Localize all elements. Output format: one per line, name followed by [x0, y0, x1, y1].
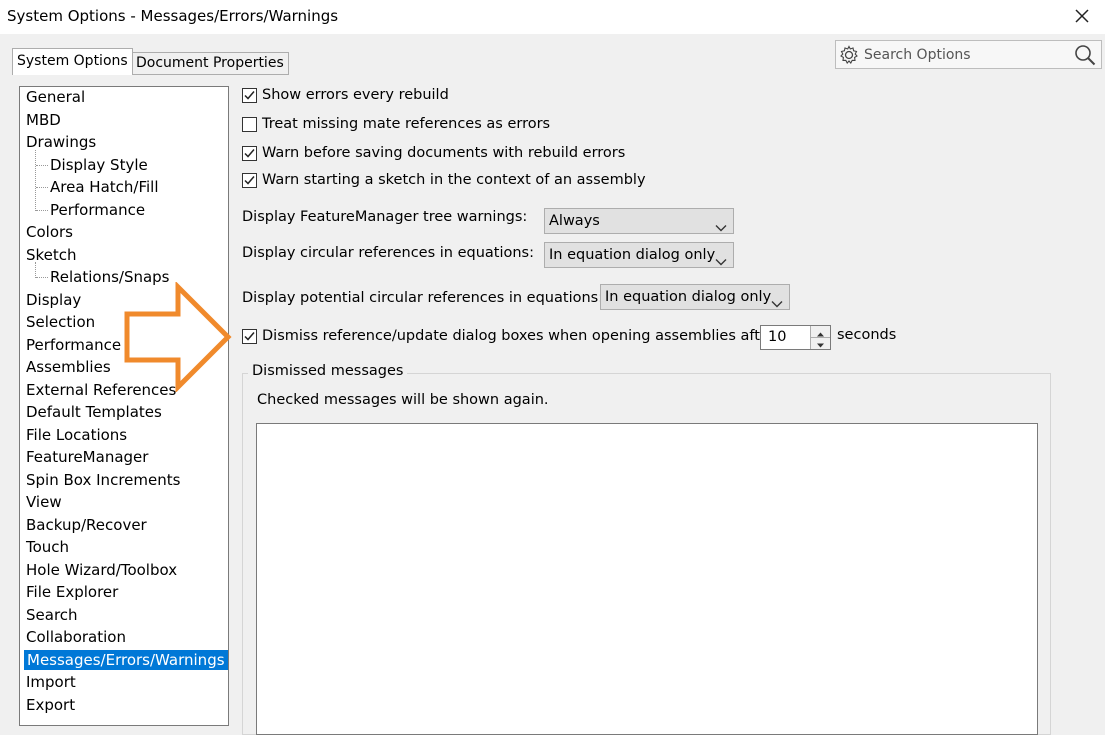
- tree-connector: [36, 187, 48, 188]
- select-value: In equation dialog only: [605, 289, 772, 305]
- tree-item-collaboration[interactable]: Collaboration: [26, 627, 126, 647]
- tree-connector: [36, 210, 48, 211]
- search-input[interactable]: [862, 44, 1066, 66]
- tree-item-file-explorer[interactable]: File Explorer: [26, 582, 118, 602]
- highlight-arrow-icon: [118, 280, 234, 396]
- potential-circular-refs-select[interactable]: In equation dialog only: [600, 284, 790, 310]
- tree-item-general[interactable]: General: [26, 87, 85, 107]
- tree-item-drawings[interactable]: Drawings: [26, 132, 96, 152]
- tree-item-selection[interactable]: Selection: [26, 312, 95, 332]
- tree-item-backup-recover[interactable]: Backup/Recover: [26, 515, 147, 535]
- checkbox-label: Show errors every rebuild: [262, 87, 449, 103]
- tab-label: Document Properties: [136, 55, 284, 71]
- spinner-value[interactable]: 10: [768, 329, 786, 345]
- select-value: In equation dialog only: [549, 247, 716, 263]
- tree-item-export[interactable]: Export: [26, 695, 75, 715]
- tab-label: System Options: [17, 53, 128, 69]
- tree-item-hole-wizard-toolbox[interactable]: Hole Wizard/Toolbox: [26, 560, 177, 580]
- option-warn-starting-sketch[interactable]: Warn starting a sketch in the context of…: [242, 170, 646, 190]
- tree-item-mbd[interactable]: MBD: [26, 110, 61, 130]
- search-box[interactable]: [835, 40, 1102, 69]
- dismiss-seconds-spinner[interactable]: 10: [760, 325, 831, 350]
- tree-item-default-templates[interactable]: Default Templates: [26, 402, 162, 422]
- potential-circular-refs-label: Display potential circular references in…: [242, 290, 604, 306]
- dismissed-messages-title: Dismissed messages: [248, 363, 408, 379]
- option-show-errors-every-rebuild[interactable]: Show errors every rebuild: [242, 85, 449, 105]
- tree-connector: [36, 165, 48, 166]
- tab-document-properties[interactable]: Document Properties: [131, 52, 289, 75]
- checkbox-checked[interactable]: [242, 172, 257, 188]
- tab-system-options[interactable]: System Options: [12, 48, 133, 75]
- tree-item-performance[interactable]: Performance: [26, 335, 121, 355]
- dismissed-messages-list[interactable]: [256, 423, 1038, 735]
- tree-connector: [36, 277, 48, 278]
- title-bar: System Options - Messages/Errors/Warning…: [0, 0, 1105, 34]
- select-value: Always: [549, 213, 600, 229]
- chevron-down-icon: [715, 250, 727, 274]
- checkbox-checked[interactable]: [242, 145, 257, 161]
- tree-item-touch[interactable]: Touch: [26, 537, 69, 557]
- tree-item-search[interactable]: Search: [26, 605, 78, 625]
- tree-item-assemblies[interactable]: Assemblies: [26, 357, 111, 377]
- option-dismiss-dialog-boxes[interactable]: Dismiss reference/update dialog boxes wh…: [242, 326, 779, 346]
- spinner-down-icon[interactable]: [811, 337, 830, 348]
- checkbox-label: Treat missing mate references as errors: [262, 116, 551, 132]
- checkbox-checked[interactable]: [242, 328, 257, 344]
- window-title: System Options - Messages/Errors/Warning…: [7, 7, 339, 25]
- featuremanager-warnings-select[interactable]: Always: [544, 208, 734, 234]
- tree-item-sketch[interactable]: Sketch: [26, 245, 77, 265]
- tree-item-file-locations[interactable]: File Locations: [26, 425, 127, 445]
- checkbox-label: Warn before saving documents with rebuil…: [262, 145, 626, 161]
- checkbox-checked[interactable]: [242, 87, 257, 103]
- tree-item-featuremanager[interactable]: FeatureManager: [26, 447, 148, 467]
- tree-item-drawings-performance[interactable]: Performance: [50, 200, 145, 220]
- dismissed-messages-hint: Checked messages will be shown again.: [257, 392, 549, 408]
- tree-item-messages-errors-warnings[interactable]: Messages/Errors/Warnings: [24, 650, 228, 670]
- tree-connector: [35, 150, 36, 211]
- gear-icon[interactable]: [838, 44, 860, 70]
- tree-item-import[interactable]: Import: [26, 672, 76, 692]
- chevron-down-icon: [715, 216, 727, 240]
- featuremanager-warnings-label: Display FeatureManager tree warnings:: [242, 209, 528, 225]
- tree-item-display-style[interactable]: Display Style: [50, 155, 148, 175]
- search-icon[interactable]: [1073, 43, 1097, 71]
- tree-item-view[interactable]: View: [26, 492, 62, 512]
- tree-item-colors[interactable]: Colors: [26, 222, 73, 242]
- option-treat-missing-mate-references[interactable]: Treat missing mate references as errors: [242, 114, 550, 134]
- tree-item-area-hatch-fill[interactable]: Area Hatch/Fill: [50, 177, 159, 197]
- spinner-buttons: [810, 326, 830, 349]
- tree-item-spin-box-increments[interactable]: Spin Box Increments: [26, 470, 180, 490]
- chevron-down-icon: [771, 292, 783, 316]
- circular-refs-label: Display circular references in equations…: [242, 245, 534, 261]
- tree-item-display[interactable]: Display: [26, 290, 81, 310]
- option-warn-before-saving[interactable]: Warn before saving documents with rebuil…: [242, 143, 625, 163]
- close-icon[interactable]: [1069, 3, 1095, 29]
- seconds-unit-label: seconds: [837, 327, 897, 343]
- options-tree[interactable]: General MBD Drawings Display Style Area …: [19, 86, 229, 726]
- checkbox-label: Dismiss reference/update dialog boxes wh…: [262, 328, 780, 344]
- checkbox-label: Warn starting a sketch in the context of…: [262, 172, 646, 188]
- checkbox-unchecked[interactable]: [242, 116, 257, 132]
- circular-refs-select[interactable]: In equation dialog only: [544, 242, 734, 268]
